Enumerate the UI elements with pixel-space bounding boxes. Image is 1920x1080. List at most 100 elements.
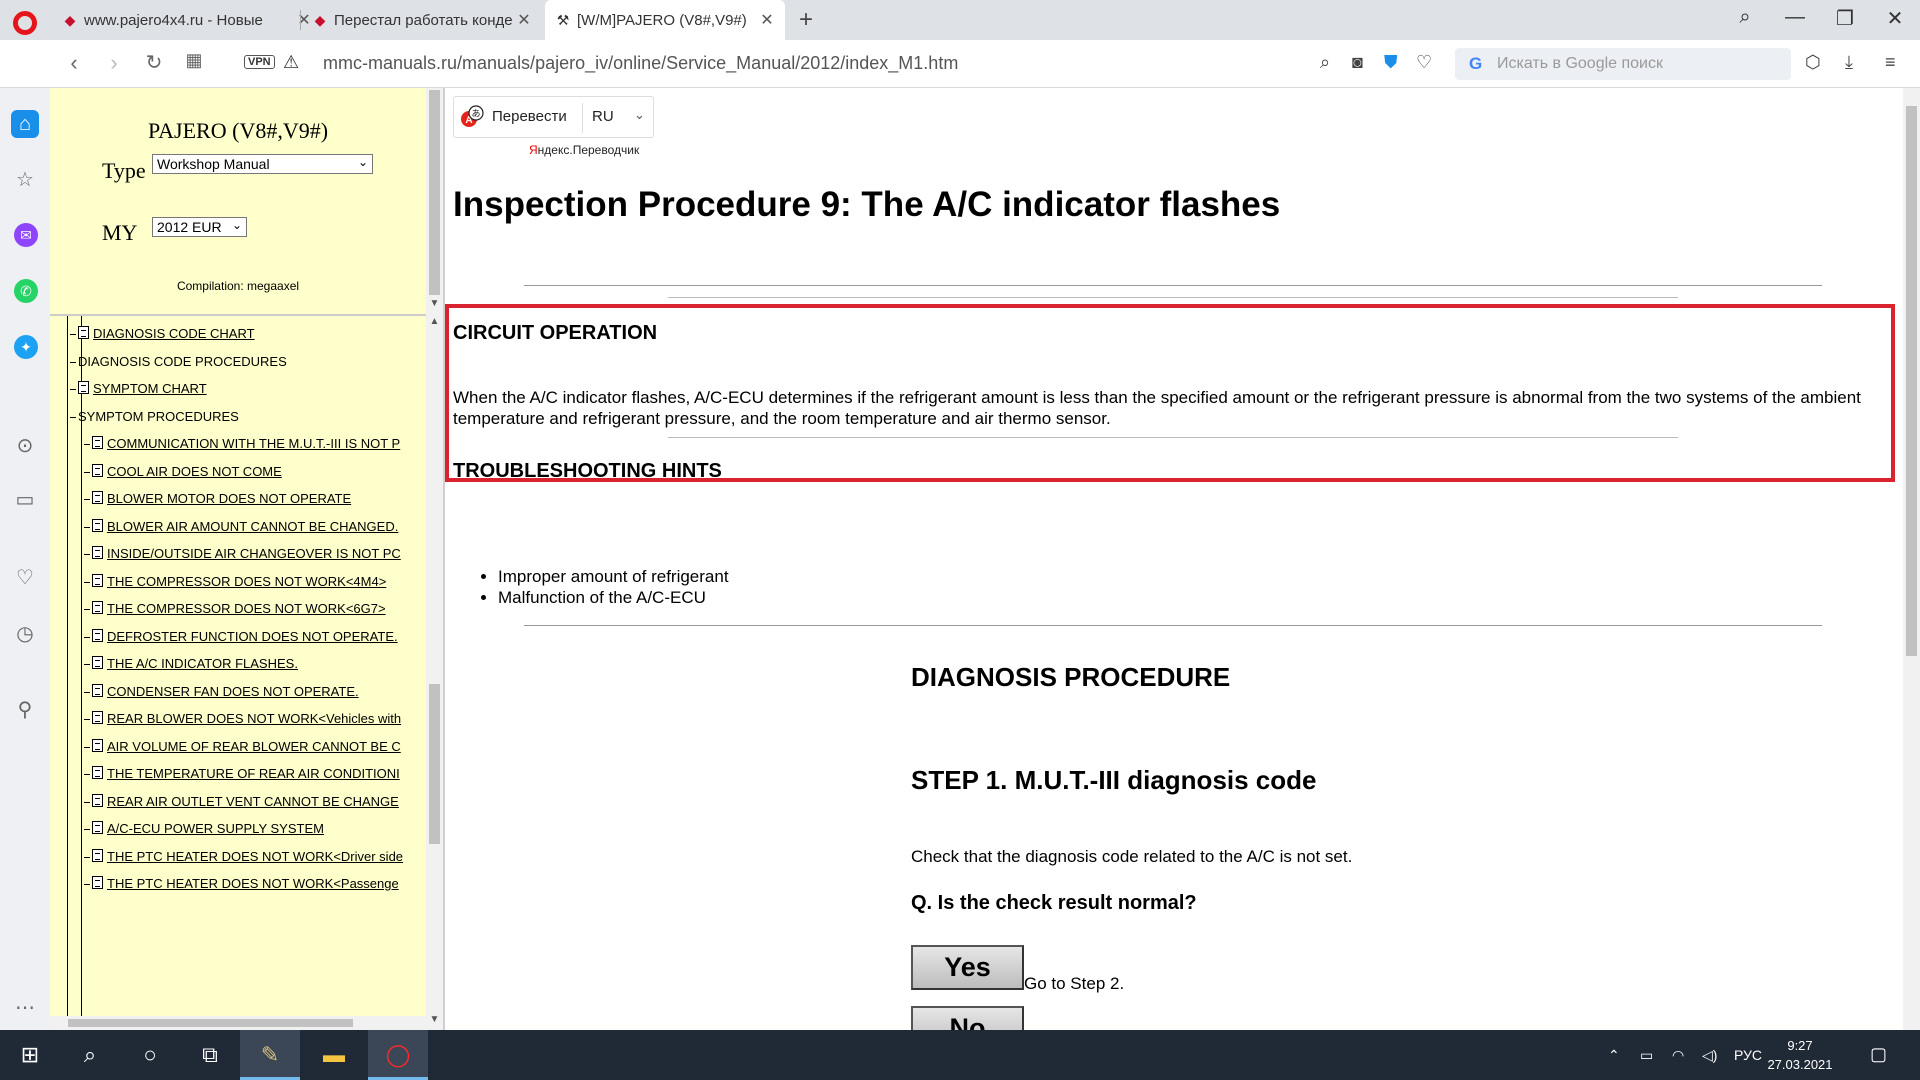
my-select[interactable]: 2012 EUR ⌄ [152, 217, 247, 237]
tree-item[interactable]: THE TEMPERATURE OF REAR AIR CONDITIONI [84, 766, 400, 781]
tree-item[interactable]: BLOWER MOTOR DOES NOT OPERATE [84, 491, 351, 506]
easy-setup-icon[interactable]: ≡ [1885, 52, 1896, 73]
left-nav-frame: PAJERO (V8#,V9#) Type Workshop Manual ⌄ … [50, 88, 443, 1030]
file-explorer-icon[interactable]: ▬ [304, 1030, 364, 1080]
top-panel-scrollbar[interactable]: ▼ [426, 88, 443, 314]
speed-dial-star-icon[interactable]: ☆ [11, 166, 39, 194]
vpn-badge[interactable]: VPN [244, 55, 275, 69]
document-icon [92, 463, 103, 477]
scrollbar-thumb[interactable] [1906, 106, 1917, 656]
volume-icon[interactable]: ◁) [1702, 1047, 1717, 1064]
adblock-shield-icon[interactable]: ⛊ [1384, 52, 1398, 73]
tree-scrollbar[interactable]: ▲ ▼ [426, 314, 443, 1030]
chevron-down-icon[interactable]: ⌄ [634, 107, 645, 123]
tree-item[interactable]: INSIDE/OUTSIDE AIR CHANGEOVER IS NOT PC [84, 546, 401, 561]
battery-icon[interactable]: ▭ [1640, 1047, 1653, 1064]
tree-item[interactable]: REAR BLOWER DOES NOT WORK<Vehicles with [84, 711, 401, 726]
start-windows-icon[interactable]: ⊞ [0, 1030, 60, 1080]
tree-item[interactable]: DEFROSTER FUNCTION DOES NOT OPERATE. [84, 628, 398, 644]
input-language[interactable]: РУС [1734, 1047, 1762, 1063]
search-icon[interactable]: ⌕ [60, 1030, 120, 1080]
tree-item[interactable]: CONDENSER FAN DOES NOT OPERATE. [84, 683, 359, 699]
url-field[interactable]: mmc-manuals.ru/manuals/pajero_iv/online/… [323, 53, 958, 74]
tab-bar: ◆ www.pajero4x4.ru - Новые ✕ ◆ Перестал … [0, 0, 1920, 40]
snapshot-icon[interactable]: ◙ [1352, 52, 1363, 73]
language-select[interactable]: RU [592, 108, 614, 125]
tree-hscrollbar[interactable] [50, 1016, 426, 1030]
no-button[interactable]: No [911, 1006, 1024, 1030]
tree-item[interactable]: THE COMPRESSOR DOES NOT WORK<4M4> [84, 573, 386, 589]
action-center-icon[interactable]: ▢ [1870, 1044, 1887, 1065]
cortana-circle-icon[interactable]: ○ [120, 1030, 180, 1080]
new-tab-button[interactable]: + [799, 6, 813, 34]
main-scrollbar[interactable] [1903, 88, 1920, 1030]
back-button[interactable]: ‹ [60, 50, 88, 76]
document-icon [92, 848, 103, 862]
tree-item[interactable]: AIR VOLUME OF REAR BLOWER CANNOT BE C [84, 738, 401, 754]
forward-button[interactable]: › [100, 50, 128, 76]
heart-icon[interactable]: ♡ [11, 564, 39, 592]
tree-item[interactable]: REAR AIR OUTLET VENT CANNOT BE CHANGE [84, 793, 399, 809]
opera-taskbar-icon[interactable]: ◯ [368, 1030, 428, 1080]
tree-item[interactable]: THE PTC HEATER DOES NOT WORK<Driver side [84, 848, 403, 864]
whatsapp-icon[interactable]: ✆ [14, 279, 38, 303]
tree-item[interactable]: THE PTC HEATER DOES NOT WORK<Passenge [84, 876, 399, 891]
scrollbar-thumb[interactable] [68, 1019, 353, 1027]
tree-item[interactable]: THE COMPRESSOR DOES NOT WORK<6G7> [84, 601, 386, 616]
show-hidden-icons-icon[interactable]: ⌃ [1608, 1047, 1620, 1064]
scrollbar-thumb[interactable] [429, 684, 440, 844]
tab-conditioner[interactable]: ◆ Перестал работать конде ✕ [302, 0, 542, 40]
tree-item[interactable]: A/C-ECU POWER SUPPLY SYSTEM [84, 821, 324, 836]
tree-item[interactable]: DIAGNOSIS CODE CHART [70, 326, 255, 341]
opera-menu-icon[interactable] [13, 11, 37, 35]
search-tabs-icon[interactable]: ⌕ [1725, 6, 1765, 29]
type-select[interactable]: Workshop Manual ⌄ [152, 154, 373, 174]
home-icon[interactable]: ⌂ [11, 110, 39, 138]
reload-button[interactable]: ↻ [140, 50, 168, 75]
wifi-icon[interactable]: ◠ [1672, 1047, 1684, 1064]
paint-app-icon[interactable]: ✎ [240, 1030, 300, 1080]
scroll-down-arrow-icon[interactable]: ▼ [426, 298, 443, 309]
more-dots-icon[interactable]: ⋯ [11, 994, 39, 1022]
tree-item[interactable]: COOL AIR DOES NOT COME [84, 463, 282, 479]
twitter-icon[interactable]: ✦ [14, 335, 38, 359]
divider [524, 285, 1822, 286]
history-clock-icon[interactable]: ◷ [11, 620, 39, 648]
translate-button[interactable]: Перевести [492, 108, 567, 125]
translate-logo-icon: A あ [461, 105, 484, 127]
tab-pajero-manual[interactable]: ⚒ [W/M]PAJERO (V8#,V9#) ✕ [545, 0, 785, 40]
player-icon[interactable]: ⊙ [11, 432, 39, 460]
type-select-value: Workshop Manual [157, 156, 270, 172]
not-secure-icon[interactable]: ⚠ [283, 52, 299, 73]
yandex-brand-initial: Я [529, 143, 538, 157]
close-window-button[interactable]: ✕ [1875, 6, 1915, 31]
divider [668, 437, 1678, 438]
google-search-field[interactable]: G Искать в Google поиск [1455, 48, 1791, 80]
yes-button[interactable]: Yes [911, 945, 1024, 990]
task-view-icon[interactable]: ⧉ [180, 1030, 240, 1080]
wallet-icon[interactable]: ▭ [11, 486, 39, 514]
close-tab-icon[interactable]: ✕ [759, 10, 775, 30]
yandex-translator-link[interactable]: Яндекс.Переводчик [529, 143, 639, 157]
tree-item[interactable]: SYMPTOM CHART [70, 381, 207, 396]
tree-item[interactable]: COMMUNICATION WITH THE M.U.T.-III IS NOT… [84, 436, 400, 451]
tree-item[interactable]: THE A/C INDICATOR FLASHES. [84, 656, 298, 671]
tree-item[interactable]: BLOWER AIR AMOUNT CANNOT BE CHANGED. [84, 518, 398, 534]
downloads-icon[interactable]: ⤓ [1845, 52, 1853, 73]
clock[interactable]: 9:27 27.03.2021 [1760, 1036, 1840, 1074]
minimize-button[interactable]: — [1775, 6, 1815, 29]
search-page-icon[interactable]: ⌕ [1320, 52, 1330, 73]
close-tab-icon[interactable]: ✕ [516, 10, 532, 30]
tab-pajero4x4[interactable]: ◆ www.pajero4x4.ru - Новые ✕ [52, 0, 322, 40]
scroll-up-arrow-icon[interactable]: ▲ [426, 316, 443, 327]
bookmark-heart-icon[interactable]: ♡ [1416, 52, 1432, 73]
model-selector-panel: PAJERO (V8#,V9#) Type Workshop Manual ⌄ … [50, 88, 426, 314]
lightbulb-icon[interactable]: ⚲ [11, 696, 39, 724]
scrollbar-thumb[interactable] [429, 90, 440, 295]
tabs-grid-icon[interactable]: ▦ [180, 50, 208, 71]
tree-connector [84, 664, 90, 666]
scroll-down-arrow-icon[interactable]: ▼ [426, 1014, 443, 1025]
restore-button[interactable]: ❐ [1825, 6, 1865, 31]
extensions-cube-icon[interactable]: ⬡ [1805, 52, 1821, 73]
messenger-icon[interactable]: ✉ [14, 223, 38, 247]
